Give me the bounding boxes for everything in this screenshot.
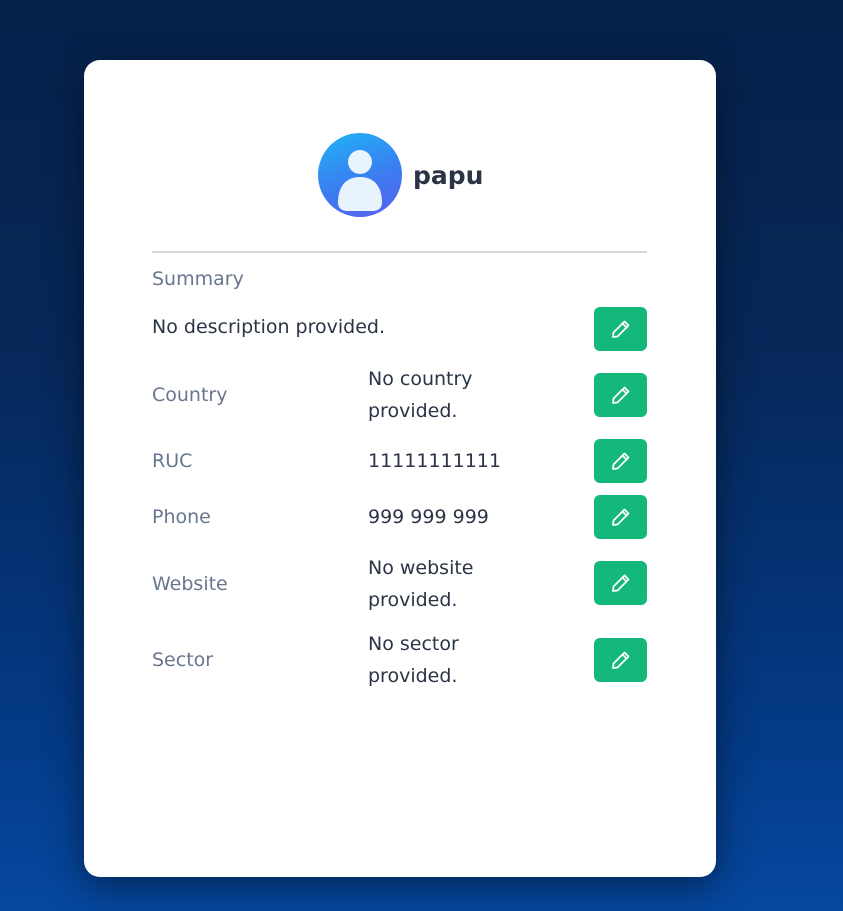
phone-label: Phone (152, 506, 211, 528)
pencil-icon (611, 574, 629, 592)
pencil-icon (611, 320, 629, 338)
divider (152, 251, 647, 253)
pencil-icon (611, 508, 629, 526)
country-value: No country provided. (368, 368, 473, 422)
edit-website-button[interactable] (594, 561, 647, 605)
user-silhouette-icon (338, 150, 382, 211)
summary-value: No description provided. (152, 316, 386, 338)
pencil-icon (611, 452, 629, 470)
profile-name: papu (413, 160, 484, 190)
sector-value: No sector provided. (368, 633, 459, 687)
profile-header: papu (318, 133, 483, 217)
edit-ruc-button[interactable] (594, 439, 647, 483)
ruc-label: RUC (152, 450, 193, 472)
website-value: No website provided. (368, 557, 474, 611)
avatar (318, 133, 402, 217)
edit-country-button[interactable] (594, 373, 647, 417)
pencil-icon (611, 386, 629, 404)
phone-value: 999 999 999 (368, 506, 489, 528)
country-label: Country (152, 384, 228, 406)
edit-sector-button[interactable] (594, 638, 647, 682)
ruc-value: 11111111111 (368, 450, 501, 472)
summary-label: Summary (152, 268, 244, 290)
sector-label: Sector (152, 649, 214, 671)
edit-summary-button[interactable] (594, 307, 647, 351)
edit-phone-button[interactable] (594, 495, 647, 539)
profile-card: papu Summary No description provided. Co… (84, 60, 716, 877)
website-label: Website (152, 573, 228, 595)
pencil-icon (611, 651, 629, 669)
